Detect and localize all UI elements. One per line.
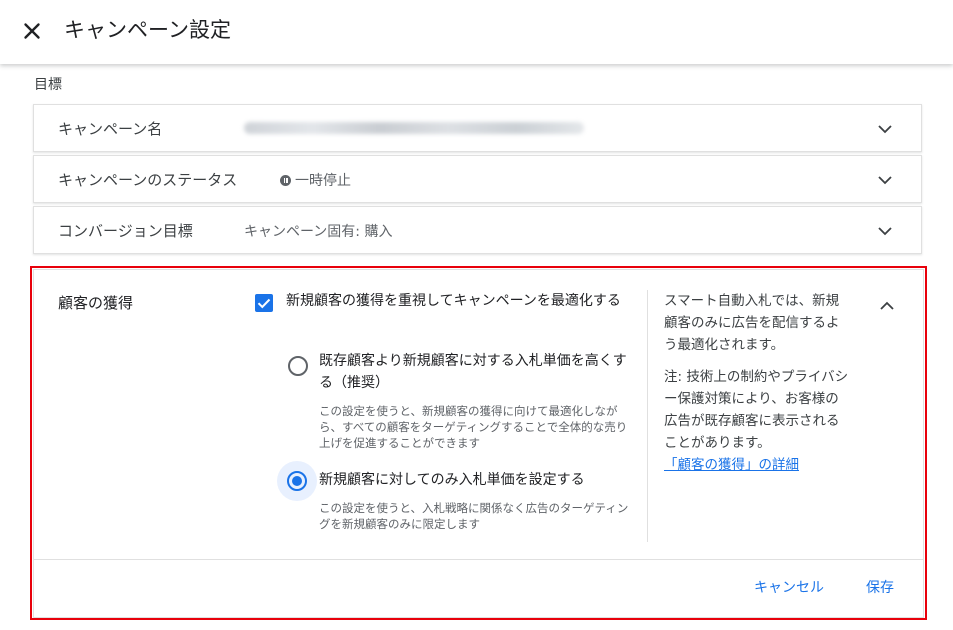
status-text: 一時停止: [295, 173, 351, 189]
help-text-smart-bidding: スマート自動入札では、新規顧客のみに広告を配信するよう最適化されます。: [664, 293, 840, 353]
chevron-up-icon[interactable]: [879, 298, 895, 314]
campaign-status-value: 一時停止: [280, 170, 351, 190]
vertical-divider: [647, 290, 648, 542]
conversion-goal-label: コンバージョン目標: [58, 222, 193, 240]
help-text: スマート自動入札では、新規顧客のみに広告を配信するよう最適化されます。 注: 技…: [664, 290, 850, 476]
cancel-button[interactable]: キャンセル: [754, 577, 824, 597]
chevron-down-icon[interactable]: [877, 172, 893, 188]
option-higher-bid-title[interactable]: 既存顧客より新規顧客に対する入札単価を高くする（推奨）: [319, 350, 639, 394]
radio-new-customers-only[interactable]: [287, 471, 307, 491]
radio-higher-bid-new-customers[interactable]: [288, 356, 308, 376]
option-new-only-title[interactable]: 新規顧客に対してのみ入札単価を設定する: [319, 469, 639, 491]
option-new-only-description: この設定を使うと、入札戦略に関係なく広告のターゲティングを新規顧客のみに限定しま…: [319, 501, 629, 531]
campaign-status-label: キャンペーンのステータス: [58, 171, 238, 189]
chevron-down-icon[interactable]: [877, 121, 893, 137]
pause-icon: [280, 175, 291, 186]
conversion-goal-row[interactable]: コンバージョン目標 キャンペーン固有: 購入: [33, 206, 922, 254]
checkmark-icon: [257, 298, 271, 309]
help-text-note: 注: 技術上の制約やプライバシー保護対策により、お客様の広告が既存顧客に表示され…: [664, 369, 849, 451]
option-higher-bid-description: この設定を使うと、新規顧客の獲得に向けて最適化しながら、すべての顧客をターゲティ…: [319, 404, 628, 450]
campaign-name-row[interactable]: キャンペーン名: [33, 104, 922, 152]
footer-divider: [34, 559, 923, 560]
learn-more-link[interactable]: 「顧客の獲得」の詳細: [664, 457, 799, 473]
customer-acquisition-panel: 顧客の獲得 新規顧客の獲得を重視してキャンペーンを最適化する 既存顧客より新規顧…: [33, 269, 924, 618]
top-bar: キャンペーン設定: [0, 0, 953, 64]
save-button[interactable]: 保存: [866, 577, 894, 597]
optimize-new-customers-label[interactable]: 新規顧客の獲得を重視してキャンペーンを最適化する: [286, 290, 636, 312]
page-title: キャンペーン設定: [64, 18, 231, 42]
customer-acquisition-title: 顧客の獲得: [58, 294, 134, 312]
close-icon[interactable]: [19, 18, 45, 44]
conversion-goal-value: キャンペーン固有: 購入: [244, 224, 393, 240]
campaign-name-value-redacted: [244, 122, 584, 134]
optimize-new-customers-checkbox[interactable]: [255, 294, 273, 312]
section-label: 目標: [34, 77, 62, 93]
chevron-down-icon[interactable]: [877, 223, 893, 239]
campaign-name-label: キャンペーン名: [58, 120, 163, 138]
campaign-status-row[interactable]: キャンペーンのステータス 一時停止: [33, 155, 922, 203]
